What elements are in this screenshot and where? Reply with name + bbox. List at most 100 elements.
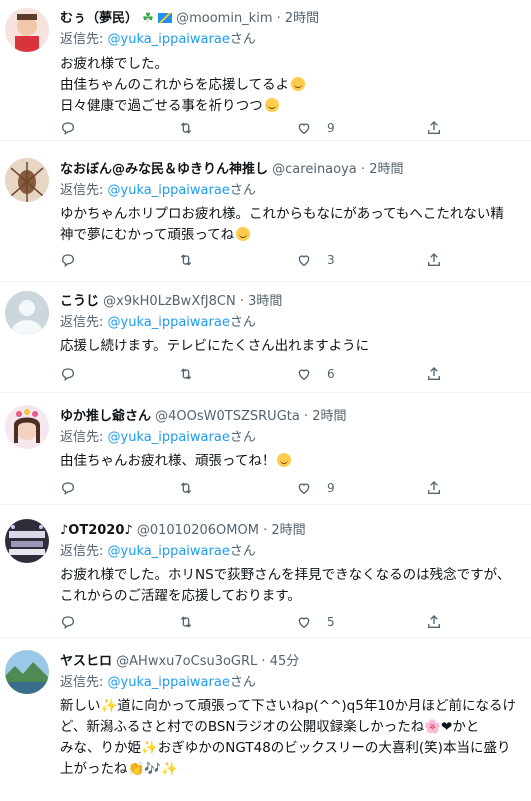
user-handle[interactable]: @4OOsW0TSZSRUGta: [155, 409, 300, 424]
like-icon: [298, 255, 310, 267]
reply-prefix: 返信先:: [60, 315, 104, 330]
like-icon: [298, 369, 310, 381]
reply-button[interactable]: [60, 250, 76, 270]
retweet-button[interactable]: [178, 250, 194, 270]
clover-emoji-icon: ☘: [142, 11, 154, 26]
avatar[interactable]: [5, 519, 49, 563]
like-button[interactable]: 5: [296, 612, 335, 632]
display-name[interactable]: こうじ: [60, 294, 99, 309]
user-handle[interactable]: @moomin_kim: [176, 11, 272, 26]
avatar[interactable]: [5, 405, 49, 449]
like-button[interactable]: 6: [296, 364, 335, 384]
reply-suffix: さん: [229, 32, 256, 47]
timestamp[interactable]: 2時間: [285, 11, 319, 26]
tweet-text: 新しい✨道に向かって頑張って下さいねp(^^)q5年10か月ほど前になるけ ど、…: [60, 696, 522, 780]
reply-handle[interactable]: @yuka_ippaiwarae: [108, 183, 230, 198]
reply-icon: [61, 616, 75, 629]
like-button[interactable]: 3: [296, 250, 335, 270]
tweet-actions: 3: [60, 250, 450, 270]
reply-suffix: さん: [229, 315, 256, 330]
avatar[interactable]: [5, 158, 49, 202]
display-name[interactable]: ヤスヒロ: [60, 654, 112, 669]
like-icon: [298, 483, 310, 495]
reply-icon: [61, 482, 75, 495]
reply-suffix: さん: [229, 675, 256, 690]
separator: ·: [239, 294, 244, 309]
reply-handle[interactable]: @yuka_ippaiwarae: [108, 544, 230, 559]
display-name[interactable]: なおぼん@みな民＆ゆきりん神推し: [60, 162, 268, 177]
retweet-icon: [180, 368, 192, 380]
user-handle[interactable]: @AHwxu7oCsu3oGRL: [116, 654, 257, 669]
like-count: 5: [327, 615, 335, 629]
retweet-icon: [180, 482, 192, 494]
share-button[interactable]: [426, 478, 442, 498]
retweet-button[interactable]: [178, 118, 194, 138]
reply-handle[interactable]: @yuka_ippaiwarae: [108, 315, 230, 330]
like-icon: [298, 123, 310, 135]
smiling-emoji-icon: [236, 227, 251, 241]
like-button[interactable]: 9: [296, 118, 335, 138]
display-name[interactable]: ♪OT2020♪: [60, 523, 133, 538]
retweet-button[interactable]: [178, 364, 194, 384]
share-icon: [428, 367, 440, 380]
reply-to: 返信先: @yuka_ippaiwaraeさん: [60, 182, 256, 199]
timestamp[interactable]: 2時間: [312, 409, 346, 424]
tweet[interactable]: なおぼん@みな民＆ゆきりん神推し @careinaoya · 2時間 返信先: …: [0, 141, 531, 282]
reply-to: 返信先: @yuka_ippaiwaraeさん: [60, 31, 256, 48]
reply-prefix: 返信先:: [60, 544, 104, 559]
reply-icon: [61, 368, 75, 381]
tweet[interactable]: ゆか推し爺さん @4OOsW0TSZSRUGta · 2時間 返信先: @yuk…: [0, 393, 531, 505]
timestamp[interactable]: 2時間: [369, 162, 403, 177]
avatar[interactable]: [5, 650, 49, 694]
reply-button[interactable]: [60, 364, 76, 384]
retweet-icon: [180, 254, 192, 266]
reply-handle[interactable]: @yuka_ippaiwarae: [108, 675, 230, 690]
like-button[interactable]: 9: [296, 478, 335, 498]
display-name[interactable]: むぅ（夢民）: [60, 11, 138, 26]
avatar[interactable]: [5, 291, 49, 335]
tweet-header: ヤスヒロ @AHwxu7oCsu3oGRL · 45分: [60, 653, 299, 670]
share-icon: [428, 253, 440, 266]
timestamp[interactable]: 2時間: [271, 523, 305, 538]
timestamp[interactable]: 45分: [270, 654, 300, 669]
separator: ·: [261, 654, 266, 669]
share-icon: [428, 121, 440, 134]
display-name[interactable]: ゆか推し爺さん: [60, 409, 151, 424]
like-icon: [298, 617, 310, 629]
tweet[interactable]: むぅ（夢民） ☘ @moomin_kim · 2時間 返信先: @yuka_ip…: [0, 0, 531, 141]
reply-button[interactable]: [60, 612, 76, 632]
reply-prefix: 返信先:: [60, 430, 104, 445]
user-handle[interactable]: @01010206OMOM: [137, 523, 259, 538]
tweet-line: お疲れ様でした。ホリNSで荻野さんを拝見できなくなるのは残念ですが、: [60, 567, 511, 583]
tweet-text: ゆかちゃんホリプロお疲れ様。これからもなにがあってもへこたれない精 神で夢にむか…: [60, 204, 522, 246]
reply-prefix: 返信先:: [60, 675, 104, 690]
reply-handle[interactable]: @yuka_ippaiwarae: [108, 430, 230, 445]
separator: ·: [360, 162, 366, 177]
reply-button[interactable]: [60, 478, 76, 498]
share-button[interactable]: [426, 250, 442, 270]
retweet-button[interactable]: [178, 478, 194, 498]
reply-handle[interactable]: @yuka_ippaiwarae: [108, 32, 230, 47]
separator: ·: [276, 11, 281, 26]
tweet-line: 日々健康で過ごせる事を祈りつつ: [60, 98, 263, 114]
share-button[interactable]: [426, 364, 442, 384]
separator: ·: [303, 409, 309, 424]
share-button[interactable]: [426, 118, 442, 138]
tweet[interactable]: こうじ @x9kH0LzBwXfJ8CN · 3時間 返信先: @yuka_ip…: [0, 282, 531, 393]
user-handle[interactable]: @x9kH0LzBwXfJ8CN: [103, 294, 236, 309]
retweet-button[interactable]: [178, 612, 194, 632]
user-handle[interactable]: @careinaoya: [272, 162, 357, 177]
tweet-header: ゆか推し爺さん @4OOsW0TSZSRUGta · 2時間: [60, 408, 347, 425]
timestamp[interactable]: 3時間: [248, 294, 282, 309]
like-count: 6: [327, 367, 335, 381]
share-button[interactable]: [426, 612, 442, 632]
tweet[interactable]: ♪OT2020♪ @01010206OMOM · 2時間 返信先: @yuka_…: [0, 505, 531, 638]
tweet-line: ゆかちゃんホリプロお疲れ様。これからもなにがあってもへこたれない精: [60, 206, 504, 222]
tweet[interactable]: ヤスヒロ @AHwxu7oCsu3oGRL · 45分 返信先: @yuka_i…: [0, 638, 531, 801]
reply-suffix: さん: [229, 183, 256, 198]
reply-button[interactable]: [60, 118, 76, 138]
tweet-header: むぅ（夢民） ☘ @moomin_kim · 2時間: [60, 10, 319, 27]
share-icon: [428, 481, 440, 494]
separator: ·: [263, 523, 268, 538]
avatar[interactable]: [5, 8, 49, 52]
